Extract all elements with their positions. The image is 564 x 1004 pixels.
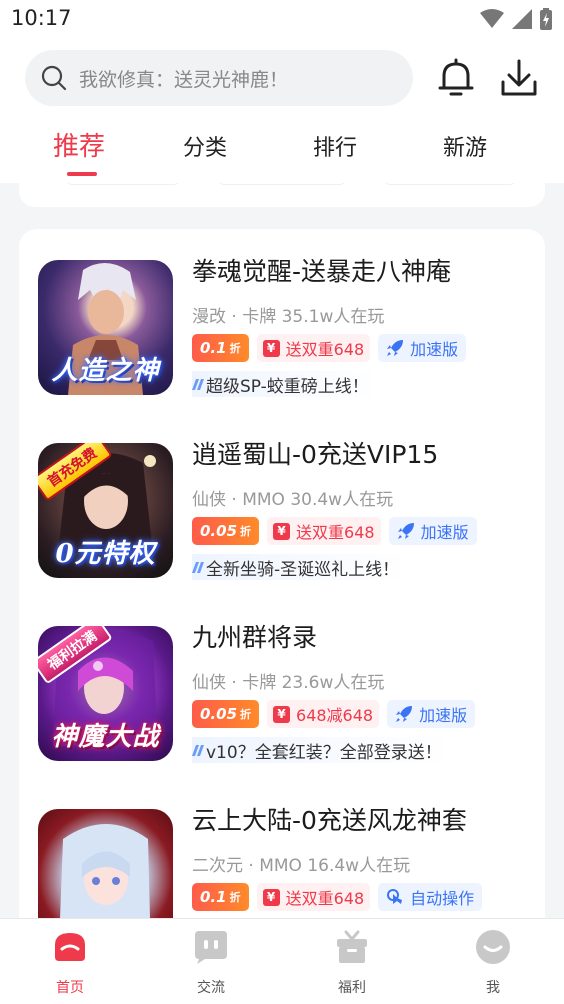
- gift-tag: ¥648减648: [267, 700, 380, 728]
- rocket-icon: [396, 706, 413, 722]
- search-input[interactable]: 我欲修真：送灵光神鹿！: [79, 65, 288, 92]
- nav-label: 我: [486, 980, 500, 996]
- game-meta: 二次元 · MMO 16.4w人在玩: [192, 856, 411, 876]
- discount-badge: 0.05 折: [192, 517, 260, 545]
- signal-icon: [512, 9, 532, 29]
- game-item-2[interactable]: 首充免费 0元特权 逍遥蜀山-0充送VIP15 仙侠 · MMO 30.4w人在…: [38, 440, 538, 593]
- nav-label: 首页: [56, 980, 84, 996]
- home-icon: [55, 933, 85, 961]
- yen-ticket-icon: ¥: [262, 339, 280, 357]
- touch-icon: [387, 889, 403, 904]
- speed-tag: 加速版: [387, 700, 476, 728]
- status-time: 10:17: [11, 6, 72, 30]
- tab-category[interactable]: 分类: [183, 130, 227, 162]
- discount-badge: 0.05 折: [192, 700, 260, 728]
- game-tags: 0.1 折 ¥ 送双重648 自动操作: [192, 883, 483, 911]
- tab-ranking[interactable]: 排行: [313, 130, 357, 162]
- game-tags: 0.05 折 ¥648减648 加速版: [192, 700, 476, 728]
- nav-label: 交流: [197, 980, 225, 996]
- download-icon[interactable]: [500, 58, 538, 98]
- game-notice: v10？全套红装？全部登录送！: [191, 737, 452, 763]
- game-meta: 漫改 · 卡牌 35.1w人在玩: [192, 307, 385, 327]
- tab-active-indicator: [67, 172, 97, 176]
- battery-icon: [540, 8, 552, 30]
- gift-tag: ¥ 送双重648: [256, 334, 371, 362]
- nav-home[interactable]: 首页: [30, 929, 110, 997]
- bell-icon[interactable]: [438, 58, 474, 98]
- game-meta: 仙侠 · MMO 30.4w人在玩: [192, 490, 394, 510]
- search-icon: [41, 65, 67, 91]
- tab-recommend[interactable]: 推荐: [53, 126, 105, 163]
- notice-icon: [191, 561, 205, 573]
- gift-tag: ¥ 送双重648: [256, 883, 371, 911]
- game-thumb-label: 0元特权: [55, 539, 156, 569]
- game-thumbnail[interactable]: 福利拉满 神魔大战: [38, 626, 173, 761]
- gift-box-icon: [337, 930, 367, 963]
- previous-card-bottom: [19, 183, 545, 207]
- game-notice: 超级SP-蛟重磅上线！: [191, 371, 379, 397]
- game-tags: 0.1 折 ¥ 送双重648 加速版: [192, 334, 467, 362]
- tab-bar: 推荐 分类 排行 新游: [0, 130, 564, 183]
- speed-tag: 加速版: [388, 517, 477, 545]
- search-bar[interactable]: 我欲修真：送灵光神鹿！: [25, 50, 413, 106]
- yen-ticket-icon: ¥: [262, 888, 280, 906]
- game-thumbnail[interactable]: 首充免费 0元特权: [38, 443, 173, 578]
- game-notice: 全新坐骑-圣诞巡礼上线！: [191, 554, 410, 580]
- game-item-3[interactable]: 福利拉满 神魔大战 九州群将录 仙侠 · 卡牌 23.6w人在玩 0.05 折 ¥…: [38, 623, 538, 776]
- auto-tag: 自动操作: [378, 883, 483, 911]
- game-title[interactable]: 九州群将录: [192, 618, 317, 654]
- game-list-card: 人造之神 拳魂觉醒-送暴走八神庵 漫改 · 卡牌 35.1w人在玩 0.1 折 ¥…: [19, 229, 545, 949]
- notice-icon: [191, 744, 205, 756]
- status-icons: [480, 8, 552, 30]
- game-title[interactable]: 拳魂觉醒-送暴走八神庵: [192, 252, 451, 288]
- game-thumb-label: 神魔大战: [51, 722, 160, 752]
- nav-community[interactable]: 交流: [171, 929, 251, 997]
- tab-new-games[interactable]: 新游: [443, 130, 487, 162]
- nav-me[interactable]: 我: [453, 929, 533, 997]
- header: 我欲修真：送灵光神鹿！ 推荐 分类 排行 新游: [0, 38, 564, 183]
- game-tags: 0.05 折 ¥ 送双重648 加速版: [192, 517, 477, 545]
- game-meta: 仙侠 · 卡牌 23.6w人在玩: [192, 673, 385, 693]
- game-thumb-label: 人造之神: [51, 356, 160, 386]
- speed-tag: 加速版: [378, 334, 467, 362]
- discount-badge: 0.1 折: [192, 334, 249, 362]
- game-title[interactable]: 逍遥蜀山-0充送VIP15: [192, 435, 438, 471]
- discount-badge: 0.1 折: [192, 883, 249, 911]
- notice-icon: [191, 378, 205, 390]
- nav-label: 福利: [338, 980, 366, 996]
- wifi-icon: [480, 9, 504, 28]
- gift-tag: ¥ 送双重648: [267, 517, 381, 545]
- chat-icon: [195, 931, 227, 964]
- game-item-1[interactable]: 人造之神 拳魂觉醒-送暴走八神庵 漫改 · 卡牌 35.1w人在玩 0.1 折 ¥…: [38, 257, 538, 410]
- nav-benefits[interactable]: 福利: [312, 929, 392, 997]
- status-bar: 10:17: [0, 0, 564, 38]
- rocket-icon: [387, 340, 404, 356]
- game-thumbnail[interactable]: 人造之神: [38, 260, 173, 395]
- bottom-nav: 首页 交流 福利 我: [0, 918, 564, 1004]
- yen-ticket-icon: ¥: [273, 522, 291, 540]
- game-title[interactable]: 云上大陆-0充送风龙神套: [192, 801, 467, 837]
- rocket-icon: [397, 523, 414, 539]
- profile-icon: [476, 930, 510, 964]
- yen-ticket-icon: ¥: [273, 705, 291, 723]
